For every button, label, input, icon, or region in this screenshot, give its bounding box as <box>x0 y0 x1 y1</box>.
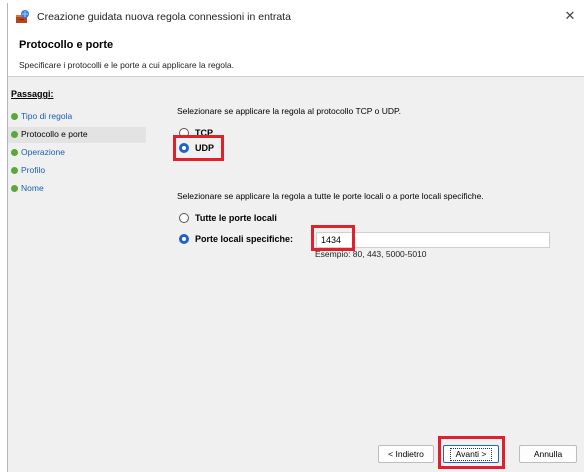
protocol-question: Selezionare se applicare la regola al pr… <box>177 106 401 116</box>
step-dot-icon <box>11 113 18 120</box>
page-subtitle: Specificare i protocolli e le porte a cu… <box>19 60 234 70</box>
steps-sidebar: Passaggi: Tipo di regola Protocollo e po… <box>8 77 146 472</box>
page-title: Protocollo e porte <box>19 39 114 51</box>
all-ports-radio[interactable] <box>179 213 189 223</box>
close-icon[interactable]: ✕ <box>561 7 579 25</box>
steps-title: Passaggi: <box>11 89 54 99</box>
content-panel: Selezionare se applicare la regola al pr… <box>146 77 584 472</box>
udp-highlight-box <box>173 135 224 161</box>
cancel-button[interactable]: Annulla <box>519 445 577 463</box>
step-dot-icon <box>11 131 18 138</box>
next-highlight-box <box>438 436 505 469</box>
wizard-window: Creazione guidata nuova regola connessio… <box>7 3 584 472</box>
all-ports-radio-option[interactable]: Tutte le porte locali <box>179 211 277 225</box>
step-dot-icon <box>11 167 18 174</box>
step-label: Tipo di regola <box>21 111 73 121</box>
step-nome[interactable]: Nome <box>8 181 146 197</box>
step-tipo-di-regola[interactable]: Tipo di regola <box>8 109 146 125</box>
all-ports-label: Tutte le porte locali <box>195 213 277 223</box>
step-label: Nome <box>21 183 44 193</box>
step-profilo[interactable]: Profilo <box>8 163 146 179</box>
specific-ports-radio[interactable] <box>179 234 189 244</box>
specific-ports-radio-option[interactable]: Porte locali specifiche: <box>179 232 293 246</box>
firewall-app-icon <box>16 10 29 23</box>
step-operazione[interactable]: Operazione <box>8 145 146 161</box>
back-button[interactable]: < Indietro <box>378 445 434 463</box>
step-label: Protocollo e porte <box>21 129 88 139</box>
title-bar: Creazione guidata nuova regola connessio… <box>8 3 584 30</box>
window-title: Creazione guidata nuova regola connessio… <box>37 11 291 23</box>
page-header: Protocollo e porte Specificare i protoco… <box>8 30 584 77</box>
step-dot-icon <box>11 149 18 156</box>
ports-example: Esempio: 80, 443, 5000-5010 <box>315 249 427 259</box>
step-label: Operazione <box>21 147 65 157</box>
ports-question: Selezionare se applicare la regola a tut… <box>177 191 484 201</box>
step-dot-icon <box>11 185 18 192</box>
ports-highlight-box <box>311 225 355 251</box>
step-label: Profilo <box>21 165 46 175</box>
specific-ports-label: Porte locali specifiche: <box>195 234 294 244</box>
step-protocollo-e-porte[interactable]: Protocollo e porte <box>8 127 146 143</box>
